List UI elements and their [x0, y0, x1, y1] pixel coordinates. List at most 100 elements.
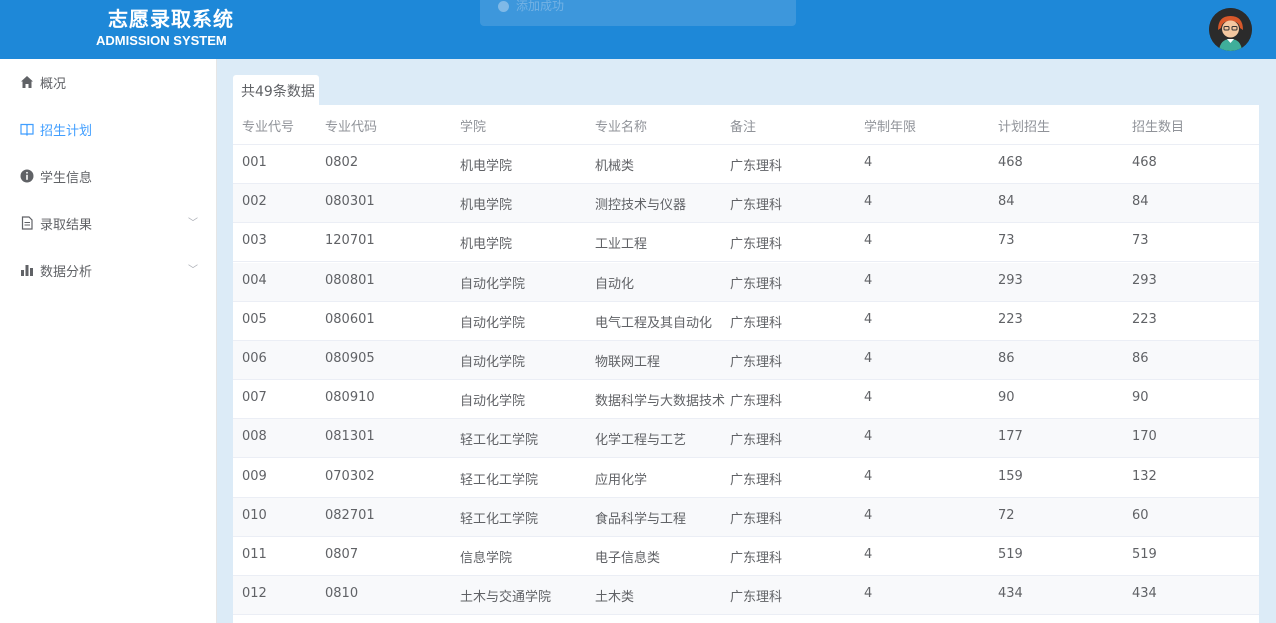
table-cell: 广东理科 [730, 237, 783, 253]
table-cell: 自动化 [595, 276, 635, 292]
success-toast: 添加成功 [480, 0, 796, 26]
sidebar-item-label: 学生信息 [40, 171, 93, 186]
sidebar-item-student-info[interactable]: 学生信息 [0, 153, 216, 200]
table-row[interactable]: 011 0807 信息学院 电子信息类 广东理科 4 519 519 [233, 537, 1259, 576]
column-header[interactable]: 专业名称 [595, 116, 647, 135]
table-cell: 293 [998, 272, 1023, 288]
table-cell: 90 [1132, 390, 1149, 406]
table-cell: 机电学院 [460, 159, 513, 174]
table-cell: 120701 [325, 233, 375, 249]
user-avatar[interactable] [1209, 8, 1252, 51]
table-cell: 土木与交通学院 [460, 590, 552, 606]
table-cell: 081301 [325, 429, 375, 445]
table-row[interactable]: 003 120701 机电学院 工业工程 广东理科 4 73 73 [233, 223, 1259, 263]
table-cell: 电子信息类 [595, 551, 661, 566]
table-row[interactable]: 005 080601 自动化学院 电气工程及其自动化 广东理科 4 223 223 [233, 302, 1259, 341]
table-cell: 4 [864, 468, 873, 484]
sidebar-item-data-analysis[interactable]: 数据分析 ﹀ [0, 247, 216, 294]
table-cell: 519 [1132, 547, 1157, 562]
sidebar-item-enrollment-plan[interactable]: 招生计划 [0, 106, 216, 153]
table-row[interactable]: 002 080301 机电学院 测控技术与仪器 广东理科 4 84 84 [233, 184, 1259, 224]
sidebar: 概况 招生计划 学生信息 录取结果 ﹀ 数据分析 ﹀ [0, 59, 217, 623]
column-header[interactable]: 计划招生 [998, 116, 1050, 135]
table-row[interactable]: 007 080910 自动化学院 数据科学与大数据技术 广东理科 4 90 90 [233, 380, 1259, 420]
table-cell: 物联网工程 [595, 355, 661, 370]
bar-chart-icon [21, 265, 33, 276]
table-cell: 223 [998, 311, 1023, 327]
table-cell: 广东理科 [730, 355, 783, 370]
logo-title-cn: 志愿录取系统 [108, 7, 234, 31]
table-cell: 机械类 [595, 159, 635, 174]
sidebar-item-overview[interactable]: 概况 [0, 59, 216, 106]
book-icon [20, 123, 34, 136]
table-cell: 4 [864, 547, 873, 562]
table-cell: 73 [1132, 233, 1149, 249]
table-cell: 4 [864, 233, 873, 249]
table-cell: 工业工程 [595, 237, 648, 253]
table-cell: 自动化学院 [460, 355, 526, 370]
table-row[interactable]: 006 080905 自动化学院 物联网工程 广东理科 4 86 86 [233, 341, 1259, 380]
table-cell: 519 [998, 547, 1023, 562]
column-header[interactable]: 专业代码 [325, 116, 377, 135]
table-row[interactable]: 001 0802 机电学院 机械类 广东理科 4 468 468 [233, 145, 1259, 184]
table-cell: 080910 [325, 390, 375, 406]
table-cell: 434 [998, 586, 1023, 602]
table-cell: 4 [864, 507, 873, 523]
main-content: 共49条数据 专业代号 专业代码 学院 专业名称 备注 学制年限 计划招生 招生… [217, 59, 1276, 623]
table-row[interactable]: 009 070302 轻工化工学院 应用化学 广东理科 4 159 132 [233, 459, 1259, 498]
table-cell: 4 [864, 155, 873, 170]
table-cell: 002 [242, 194, 267, 210]
home-icon [21, 76, 33, 88]
table-cell: 070302 [325, 468, 375, 484]
table-cell: 机电学院 [460, 198, 513, 214]
avatar-icon [1209, 8, 1252, 51]
table-cell: 自动化学院 [460, 315, 526, 331]
table-row[interactable]: 012 0810 土木与交通学院 土木类 广东理科 4 434 434 [233, 576, 1259, 616]
record-count-label: 共49条数据 [241, 84, 315, 100]
column-header[interactable]: 专业代号 [242, 116, 294, 135]
table-cell: 信息学院 [460, 551, 513, 566]
sidebar-item-label: 概况 [40, 77, 67, 92]
table-row[interactable]: 004 080801 自动化学院 自动化 广东理科 4 293 293 [233, 262, 1259, 302]
table-cell: 广东理科 [730, 394, 783, 410]
column-header[interactable]: 招生数目 [1132, 116, 1184, 135]
table-cell: 化学工程与工艺 [595, 433, 687, 449]
table-cell: 广东理科 [730, 511, 783, 527]
sidebar-item-admission-results[interactable]: 录取结果 ﹀ [0, 200, 216, 247]
table-cell: 132 [1132, 468, 1157, 484]
table-cell: 广东理科 [730, 551, 783, 566]
table-cell: 008 [242, 429, 267, 445]
info-icon [20, 169, 34, 183]
table-cell: 170 [1132, 429, 1157, 445]
table-cell: 0807 [325, 547, 359, 562]
table-cell: 应用化学 [595, 472, 648, 488]
table-cell: 86 [1132, 351, 1149, 366]
table-cell: 159 [998, 468, 1023, 484]
toast-message: 添加成功 [516, 0, 565, 13]
table-cell: 0802 [325, 155, 359, 170]
table-cell: 004 [242, 272, 267, 288]
table-cell: 4 [864, 586, 873, 602]
table-row[interactable]: 008 081301 轻工化工学院 化学工程与工艺 广东理科 4 177 170 [233, 419, 1259, 459]
table-cell: 机电学院 [460, 237, 513, 253]
table-cell: 012 [242, 586, 267, 602]
table-cell: 轻工化工学院 [460, 472, 539, 488]
table-header-row: 专业代号 专业代码 学院 专业名称 备注 学制年限 计划招生 招生数目 [233, 105, 1259, 145]
table-cell: 广东理科 [730, 159, 783, 174]
table-cell: 轻工化工学院 [460, 433, 539, 449]
sidebar-item-label: 招生计划 [40, 124, 93, 139]
table-cell: 4 [864, 311, 873, 327]
column-header[interactable]: 备注 [730, 116, 756, 135]
table-cell: 食品科学与工程 [595, 511, 687, 527]
column-header[interactable]: 学院 [460, 116, 486, 135]
table-cell: 001 [242, 155, 267, 170]
table-cell: 广东理科 [730, 276, 783, 292]
enrollment-plan-table: 专业代号 专业代码 学院 专业名称 备注 学制年限 计划招生 招生数目 001 0… [233, 105, 1259, 623]
table-cell: 72 [998, 507, 1015, 523]
table-cell: 广东理科 [730, 315, 783, 331]
table-cell: 自动化学院 [460, 276, 526, 292]
table-cell: 468 [998, 155, 1023, 170]
sidebar-item-label: 数据分析 [40, 265, 93, 280]
column-header[interactable]: 学制年限 [864, 116, 916, 135]
table-row[interactable]: 010 082701 轻工化工学院 食品科学与工程 广东理科 4 72 60 [233, 497, 1259, 537]
